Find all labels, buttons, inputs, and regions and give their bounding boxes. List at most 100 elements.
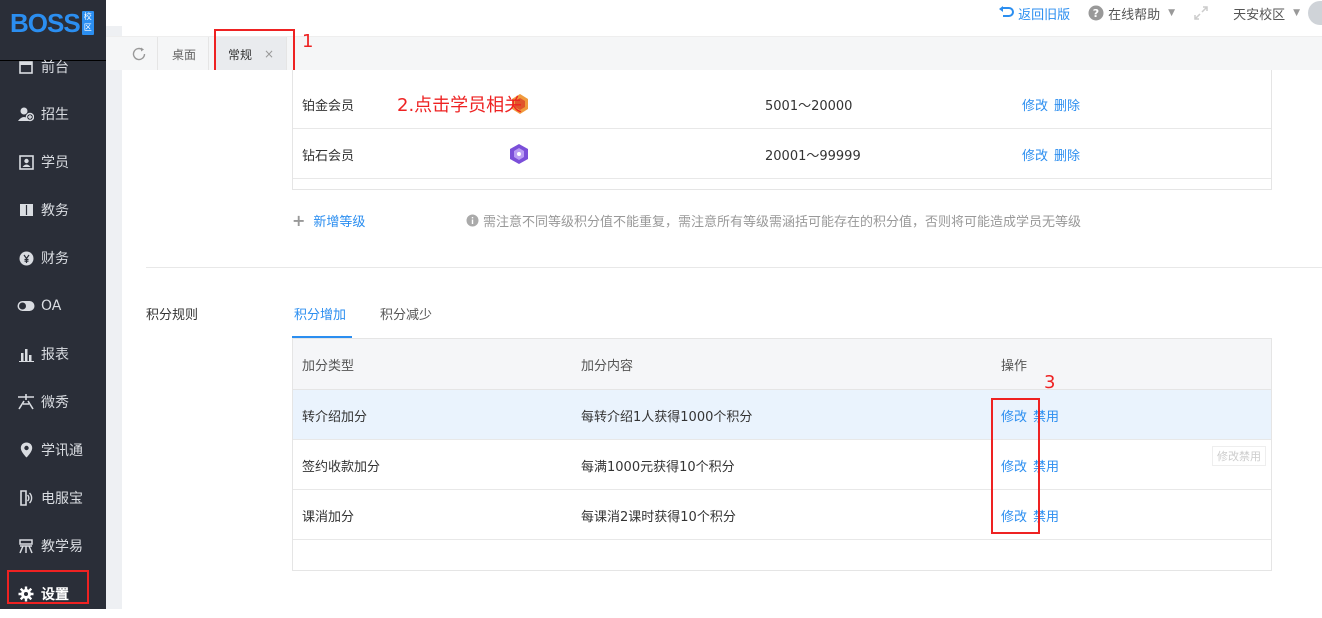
table-row: 钻石会员 20001～99999 修改 删除 [293,129,1271,179]
sidebar-item-label: 前台 [41,60,69,76]
plus-icon: + [292,211,306,230]
undo-icon [998,6,1015,20]
annotation-step-3: 3 [1044,372,1056,393]
rule-content: 每转介绍1人获得1000个积分 [581,409,753,425]
sidebar-item-weixiu[interactable]: 微秀 [0,378,106,426]
sidebar-item-label: 微秀 [41,395,69,411]
sidebar-item-oa[interactable]: OA [0,282,106,330]
sidebar-item-dianfubao[interactable]: 电服宝 [0,474,106,522]
sidebar-item-label: 报表 [41,347,69,363]
tooltip: 修改禁用 [1212,446,1266,466]
refresh-icon [131,46,147,62]
level-name: 钻石会员 [302,148,355,164]
user-add-icon [17,105,35,123]
points-rules-table: 加分类型 加分内容 操作 转介绍加分 每转介绍1人获得1000个积分 修改 禁用… [292,338,1272,571]
section-divider [146,267,1322,268]
avatar[interactable] [1308,1,1322,25]
sidebar-item-enroll[interactable]: 招生 [0,90,106,138]
annotation-box-tab [214,29,295,73]
annotation-box-settings [7,570,89,604]
tab-points-increase[interactable]: 积分增加 [294,304,346,323]
column-header: 加分内容 [581,358,634,374]
logo[interactable]: BOSS 校区 [10,7,94,38]
tab-points-decrease[interactable]: 积分减少 [380,304,432,323]
tab-desktop[interactable]: 桌面 [160,37,210,71]
annotation-step-2: 2.点击学员相关 [397,95,523,116]
main-content: 铂金会员 5001～20000 修改 删除 钻石会员 20001～99999 修… [122,70,1322,609]
back-old-version-label: 返回旧版 [1018,7,1071,23]
edit-link[interactable]: 修改 [1022,145,1048,164]
rule-type: 签约收款加分 [302,459,381,475]
bar-chart-icon [17,345,35,363]
annotation-box-edit [991,398,1040,534]
phone-icon [17,489,35,507]
sidebar-item-label: 学讯通 [41,443,83,459]
sidebar: BOSS 校区 前台 招生 学员 教务 财务 OA 报表 微秀 学讯通 电服宝 … [0,0,106,609]
online-help-label: 在线帮助 [1108,7,1161,23]
campus-select[interactable]: 天安校区 ▼ [1233,1,1322,25]
add-level-label: 新增等级 [313,215,366,230]
diamond-badge-icon [507,129,531,179]
points-rules-label: 积分规则 [146,308,199,323]
logo-tag: 校区 [81,11,94,35]
sidebar-item-academic[interactable]: 教务 [0,186,106,234]
toggle-icon [17,297,35,315]
annotation-step-1: 1 [302,31,314,52]
chevron-down-icon: ▼ [1293,8,1300,18]
sidebar-item-label: 招生 [41,107,69,123]
sidebar-item-jiaoxueyi[interactable]: 教学易 [0,522,106,570]
rule-type: 转介绍加分 [302,409,368,425]
yen-icon [17,249,35,267]
level-name: 铂金会员 [302,98,355,114]
online-help-menu[interactable]: ? 在线帮助 ▼ [1088,4,1175,23]
table-header: 加分类型 加分内容 操作 [293,339,1271,390]
table-row: 课消加分 每课消2课时获得10个积分 修改 禁用 [293,490,1271,540]
teach-icon [17,537,35,555]
help-icon: ? [1088,5,1104,21]
chevron-down-icon: ▼ [1168,8,1176,18]
info-icon [466,214,479,227]
sidebar-item-label: 教务 [41,203,69,219]
id-card-icon [17,153,35,171]
expand-icon [1193,5,1209,21]
book-icon [17,201,35,219]
level-range: 5001～20000 [765,98,853,114]
sidebar-item-front-desk[interactable]: 前台 [0,43,106,91]
back-old-version-link[interactable]: 返回旧版 [998,4,1070,23]
column-header: 加分类型 [302,358,355,374]
weixiu-icon [17,393,35,411]
sidebar-item-label: 教学易 [41,539,83,555]
sidebar-item-students[interactable]: 学员 [0,138,106,186]
rule-content: 每课消2课时获得10个积分 [581,509,736,525]
member-level-table: 铂金会员 5001～20000 修改 删除 钻石会员 20001～99999 修… [292,70,1272,190]
sidebar-item-xuexuntong[interactable]: 学讯通 [0,426,106,474]
delete-link[interactable]: 删除 [1054,95,1080,114]
sidebar-item-label: OA [41,298,62,314]
scroll-gutter [106,0,122,609]
rule-type: 课消加分 [302,509,355,525]
calendar-icon [17,58,35,76]
location-icon [17,441,35,459]
logo-text: BOSS [10,7,81,38]
fullscreen-button[interactable] [1193,5,1209,21]
level-note: 需注意不同等级积分值不能重复，需注意所有等级需涵括可能存在的积分值，否则将可能造… [466,211,1081,230]
sidebar-item-finance[interactable]: 财务 [0,234,106,282]
table-row: 签约收款加分 每满1000元获得10个积分 修改 禁用 [293,440,1271,490]
tab-label: 桌面 [172,47,197,62]
sidebar-item-label: 电服宝 [41,491,83,507]
table-row: 转介绍加分 每转介绍1人获得1000个积分 修改 禁用 [293,390,1271,440]
edit-link[interactable]: 修改 [1022,95,1048,114]
refresh-button[interactable] [120,37,158,71]
add-level-button[interactable]: + 新增等级 [292,211,365,230]
level-note-text: 需注意不同等级积分值不能重复，需注意所有等级需涵括可能存在的积分值，否则将可能造… [483,215,1082,230]
sidebar-item-label: 财务 [41,251,69,267]
campus-label: 天安校区 [1233,7,1286,23]
rule-content: 每满1000元获得10个积分 [581,459,735,475]
sidebar-item-reports[interactable]: 报表 [0,330,106,378]
top-bar: 返回旧版 ? 在线帮助 ▼ 天安校区 ▼ [106,0,1322,26]
svg-text:?: ? [1093,7,1099,20]
sidebar-item-label: 学员 [41,155,69,171]
level-range: 20001～99999 [765,148,861,164]
column-header: 操作 [1001,358,1028,374]
delete-link[interactable]: 删除 [1054,145,1080,164]
